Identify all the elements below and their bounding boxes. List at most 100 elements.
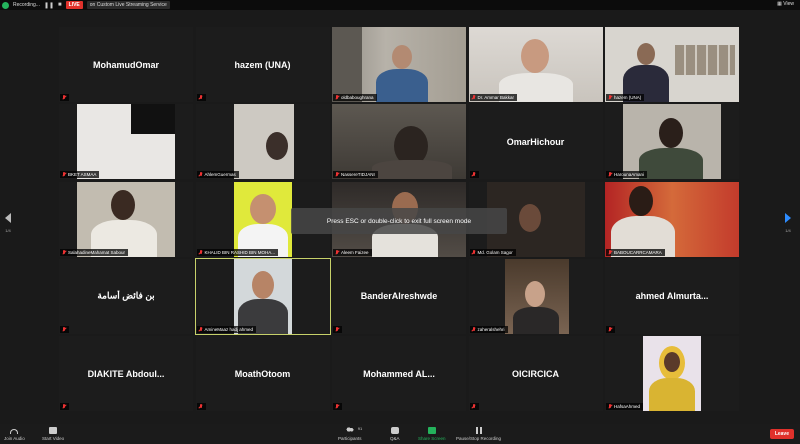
participant-name: AmineMaaz hadj ahmed [204,326,254,332]
mic-muted-icon [199,95,203,100]
share-screen-button[interactable]: Share Screen [418,427,446,441]
share-screen-icon [427,427,436,434]
participant-caption: zaheralshehri [469,325,508,333]
participant-tile[interactable]: hazem (UNA) [195,27,330,102]
participant-video-tile[interactable]: SalahadineMahamat Sabour [59,181,193,257]
participant-video-tile[interactable]: HafsaAhmed [605,336,739,411]
mic-muted-icon [608,326,612,332]
participant-caption: BABOUCARRCAMARA [606,248,665,256]
video-feed [59,104,193,180]
participant-name: HafsaAhmed [614,404,641,409]
mic-muted-icon [608,404,612,409]
participant-caption [333,325,342,333]
participant-name: HarounaAmani [614,172,645,178]
participant-caption [60,403,69,410]
active-speaker-tile[interactable]: AmineMaaz hadj ahmed [194,257,331,335]
video-feed [332,27,466,102]
participant-caption [333,403,342,410]
participant-caption [60,325,69,333]
participant-video-tile[interactable]: Dr. Ammar Bakkar [468,27,603,102]
participant-video-tile[interactable]: oldbaboughrana [332,27,466,102]
participant-caption [196,403,206,410]
participant-tile[interactable]: بن فائض أسامة [59,258,193,334]
participant-caption [469,403,479,410]
next-page-button[interactable]: 1/4 [782,213,794,233]
participant-name: BKET ASMAA [68,172,97,178]
video-feed [468,27,603,102]
stop-recording-icon[interactable]: ■ [58,2,62,8]
participant-tile[interactable]: MoathOtoom [195,336,330,411]
previous-page-button[interactable]: 1/4 [2,213,14,233]
leave-button[interactable]: Leave [769,429,794,439]
participant-tile[interactable]: DIAKITE Abdoul... [59,336,193,411]
participant-caption: Md. Golam Sagor [469,248,516,256]
mic-muted-icon [199,326,203,332]
join-audio-button[interactable]: Join Audio [4,427,25,441]
participant-caption: oldbaboughrana [333,94,377,101]
participant-name: SalahadineMahamat Sabour [68,249,126,255]
participant-name: MohamudOmar [92,59,159,70]
security-shield-icon[interactable] [2,1,9,9]
pause-icon [475,427,482,434]
participant-name: Dr. Ammar Bakkar [477,95,515,100]
participant-caption: Dr. Ammar Bakkar [469,94,518,101]
participant-name: OICIRCICA [512,368,559,379]
mic-muted-icon [335,249,339,255]
start-video-button[interactable]: Start Video [42,427,64,441]
share-screen-label: Share Screen [418,436,446,441]
video-feed [605,336,739,411]
mic-muted-icon [62,404,66,409]
mic-muted-icon [608,249,612,255]
video-feed [195,104,330,180]
participant-video-tile[interactable]: hazem (UNA) [605,27,739,102]
pause-stop-recording-button[interactable]: Pause/Stop Recording [456,427,501,441]
video-feed [59,181,193,257]
participants-button[interactable]: 91 Participants [338,426,362,441]
mic-muted-icon [199,404,203,409]
participant-caption: BKET ASMAA [60,171,100,179]
participant-video-tile[interactable]: HarounaAmani [605,104,739,180]
participant-name: بن فائض أسامة [97,290,155,301]
participant-tile[interactable]: OmarHichour [468,104,603,180]
participant-tile[interactable]: ahmed Almurta... [605,258,739,334]
participant-caption: AmineMaaz hadj ahmed [196,325,257,333]
participant-caption [606,325,615,333]
participant-name: OmarHichour [506,136,565,147]
mic-muted-icon [472,326,476,332]
mic-muted-icon [608,95,612,100]
mic-muted-icon [335,404,339,409]
participant-tile[interactable]: Mohammed AL... [332,336,466,411]
headphones-icon [10,429,19,434]
mic-muted-icon [608,172,612,177]
participant-caption [60,94,69,101]
participant-caption: HafsaAhmed [606,403,644,410]
participant-name: BanderAlreshwde [360,291,438,302]
mic-muted-icon [335,172,339,177]
participant-name: NassereTIDJANI [341,172,375,178]
view-button[interactable]: ▦ View [777,1,794,7]
participant-name: zaheralshehri [477,326,505,332]
pause-recording-icon[interactable]: ❚❚ [44,2,54,9]
mic-muted-icon [62,249,66,255]
participant-tile[interactable]: OICIRCICA [468,336,603,411]
mic-muted-icon [62,326,66,332]
participant-video-tile[interactable]: NassereTIDJANI [332,104,466,180]
qa-button[interactable]: Q&A [390,427,400,441]
participant-name: ahmed Almurta... [635,291,709,302]
video-feed [195,258,330,334]
participant-video-tile[interactable]: BKET ASMAA [59,104,193,180]
mic-muted-icon [62,172,66,177]
participant-tile[interactable]: BanderAlreshwde [332,258,466,334]
mic-muted-icon [335,326,339,332]
live-badge[interactable]: LIVE [65,1,83,9]
participant-tile[interactable]: MohamudOmar [59,27,193,102]
participant-video-tile[interactable]: AhlemGuermas [195,104,330,180]
stream-service-dropdown[interactable]: on Custom Live Streaming Service [86,1,170,9]
participant-video-tile[interactable]: zaheralshehri [468,258,603,334]
participant-name: hazem (UNA) [234,59,291,70]
meeting-top-bar: Recording... ❚❚ ■ LIVE on Custom Live St… [0,0,800,10]
participant-video-tile[interactable]: BABOUCARRCAMARA [605,181,739,257]
mic-muted-icon [62,95,66,100]
join-audio-label: Join Audio [4,436,25,441]
meeting-controls-bar: Join Audio Start Video 91 Participants Q… [0,424,800,444]
